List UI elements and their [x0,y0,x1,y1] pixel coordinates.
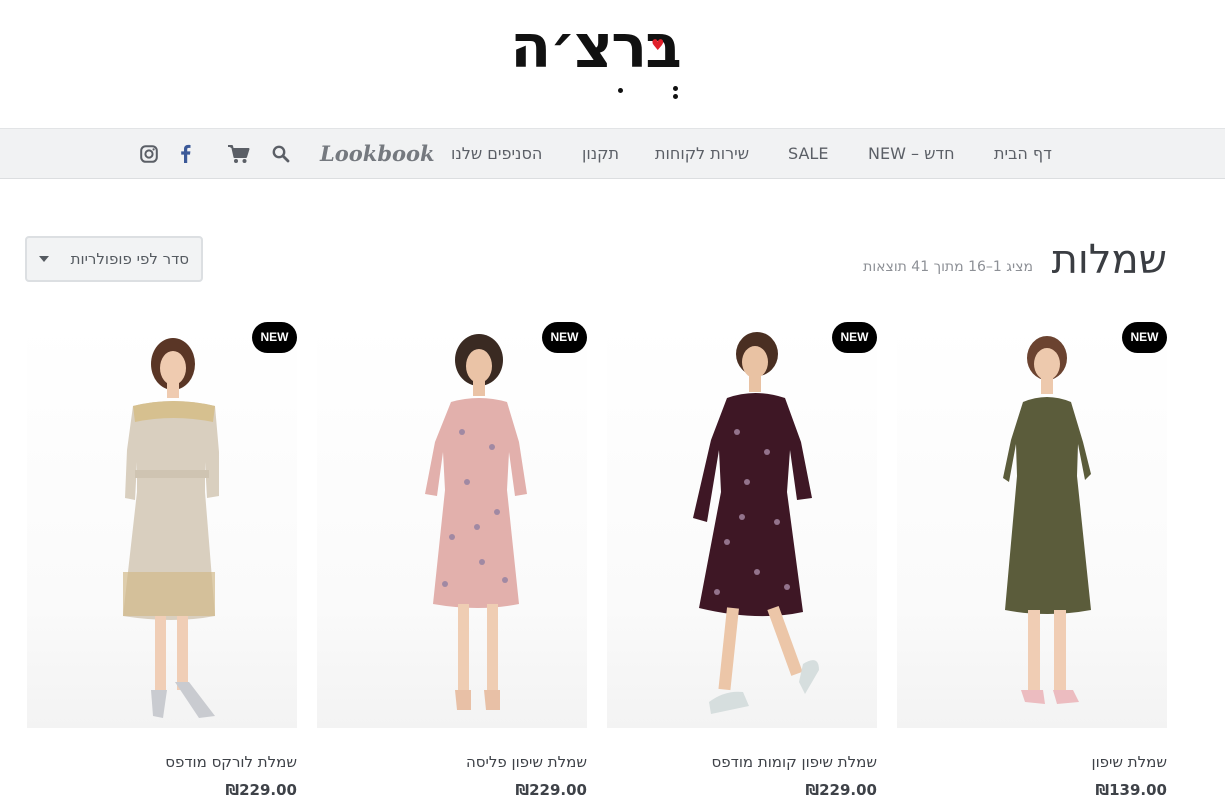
nav-item-home[interactable]: דף הבית [994,129,1052,178]
product-price: ₪229.00 [225,781,297,799]
nav-item-sale[interactable]: SALE [788,129,828,178]
logo-heart-icon: ♥ [651,36,665,54]
instagram-icon[interactable] [139,129,159,178]
new-badge: NEW [832,322,877,353]
product-image[interactable]: NEW [607,322,877,728]
new-badge: NEW [1122,322,1167,353]
dress-photo [1003,336,1091,704]
logo-dot [673,86,678,91]
chevron-down-icon [39,256,49,262]
result-count: מציג 1–16 מתוך 41 תוצאות [863,259,1033,275]
product-image[interactable]: NEW [27,322,297,728]
product-card[interactable]: NEW שמלת לורקס מודפס ₪229.00 [27,322,297,802]
nav-item-lookbook[interactable]: Lookbook [320,129,435,178]
dress-photo [693,332,819,714]
main-navigation: דף הבית NEW – חדש SALE תקנון שירות לקוחו… [0,128,1225,179]
product-card[interactable]: NEW שמלת שיפון קומות מודפס ₪229.00 [607,322,877,802]
search-icon[interactable] [270,129,292,178]
nav-item-branches[interactable]: הסניפים שלנו [451,129,542,178]
logo-text: ברצ׳ה [510,12,682,82]
sort-dropdown-value: סדר לפי פופולריות [70,250,189,268]
new-badge: NEW [252,322,297,353]
product-name[interactable]: שמלת שיפון פליסה [317,752,587,772]
dress-photo [425,334,527,710]
product-name[interactable]: שמלת שיפון [897,752,1168,772]
page-title: שמלות [1051,237,1167,283]
product-name[interactable]: שמלת שיפון קומות מודפס [607,752,877,772]
logo-dot [618,88,623,93]
site-header: ברצ׳ה ♥ [0,0,1225,128]
product-image[interactable]: NEW [897,322,1167,728]
facebook-icon[interactable] [176,129,194,178]
product-card[interactable]: NEW שמלת שיפון פליסה ₪229.00 [317,322,587,802]
product-image[interactable]: NEW [317,322,587,728]
dress-shape [693,393,812,617]
nav-item-customer-service[interactable]: שירות לקוחות [655,129,749,178]
cart-icon[interactable] [225,129,251,178]
product-card[interactable]: NEW שמלת שיפון ₪139.00 [897,322,1167,802]
product-price: ₪139.00 [1095,781,1167,799]
site-logo[interactable]: ברצ׳ה ♥ [490,12,700,99]
product-name[interactable]: שמלת לורקס מודפס [27,752,297,772]
dress-photo [123,338,219,718]
nav-item-new[interactable]: NEW – חדש [868,129,955,178]
new-badge: NEW [542,322,587,353]
product-price: ₪229.00 [805,781,877,799]
nav-item-terms[interactable]: תקנון [582,129,619,178]
dress-shape [425,398,527,608]
logo-dot [673,94,678,99]
sort-dropdown[interactable]: סדר לפי פופולריות [25,236,203,282]
dress-shape [1003,397,1091,614]
product-price: ₪229.00 [515,781,587,799]
